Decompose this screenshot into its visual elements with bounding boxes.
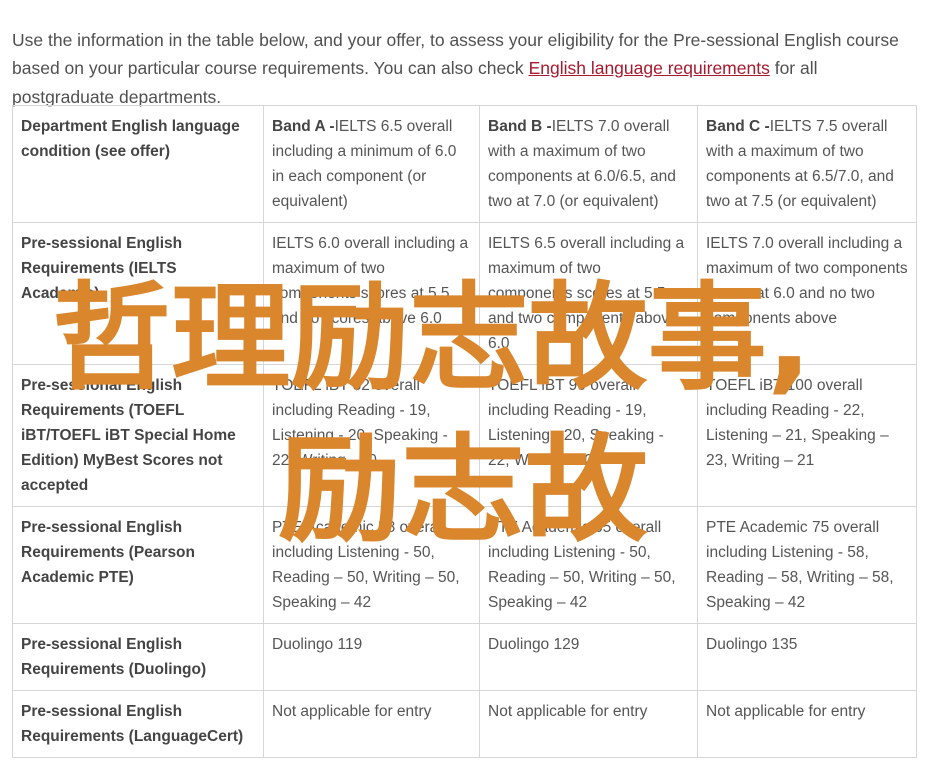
band-a-title: Band A - [272, 118, 335, 135]
band-a-cell: Band A -IELTS 6.5 overall including a mi… [263, 105, 480, 223]
table-cell: TOEFL iBT 82 overall including Reading -… [263, 364, 480, 507]
table-row-toefl: Pre-sessional English Requirements (TOEF… [12, 364, 917, 507]
table-cell: Not applicable for entry [479, 690, 698, 758]
table-cell: IELTS 6.5 overall including a maximum of… [479, 222, 698, 365]
table-row-duolingo: Pre-sessional English Requirements (Duol… [12, 623, 917, 691]
table-cell: PTE Academic 65 overall including Listen… [479, 506, 698, 624]
table-cell: Duolingo 119 [263, 623, 480, 691]
table-cell: IELTS 7.0 overall including a maximum of… [697, 222, 917, 365]
table-cell: PTE Academic 58 overall including Listen… [263, 506, 480, 624]
band-b-title: Band B - [488, 118, 552, 135]
table-cell: Not applicable for entry [697, 690, 917, 758]
table-cell: Duolingo 129 [479, 623, 698, 691]
table-cell: TOEFL iBT 90 overall including Reading -… [479, 364, 698, 507]
band-c-cell: Band C -IELTS 7.5 overall with a maximum… [697, 105, 917, 223]
table-cell: Not applicable for entry [263, 690, 480, 758]
table-cell: Duolingo 135 [697, 623, 917, 691]
row-label-pte: Pre-sessional English Requirements (Pear… [12, 506, 264, 624]
band-b-cell: Band B -IELTS 7.0 overall with a maximum… [479, 105, 698, 223]
row-label-toefl: Pre-sessional English Requirements (TOEF… [12, 364, 264, 507]
row-label-languagecert: Pre-sessional English Requirements (Lang… [12, 690, 264, 758]
band-c-title: Band C - [706, 118, 770, 135]
intro-paragraph: Use the information in the table below, … [12, 26, 922, 112]
table-row-ielts: Pre-sessional English Requirements (IELT… [12, 222, 917, 365]
row-label-ielts: Pre-sessional English Requirements (IELT… [12, 222, 264, 365]
table-cell: IELTS 6.0 overall including a maximum of… [263, 222, 480, 365]
header-label-cell: Department English language condition (s… [12, 105, 264, 223]
table-cell: TOEFL iBT 100 overall including Reading … [697, 364, 917, 507]
table-row-languagecert: Pre-sessional English Requirements (Lang… [12, 690, 917, 758]
table-cell: PTE Academic 75 overall including Listen… [697, 506, 917, 624]
requirements-table: Department English language condition (s… [12, 105, 917, 758]
table-header-row: Department English language condition (s… [12, 105, 917, 223]
english-language-requirements-link[interactable]: English language requirements [529, 58, 770, 78]
table-row-pte: Pre-sessional English Requirements (Pear… [12, 506, 917, 624]
row-label-duolingo: Pre-sessional English Requirements (Duol… [12, 623, 264, 691]
